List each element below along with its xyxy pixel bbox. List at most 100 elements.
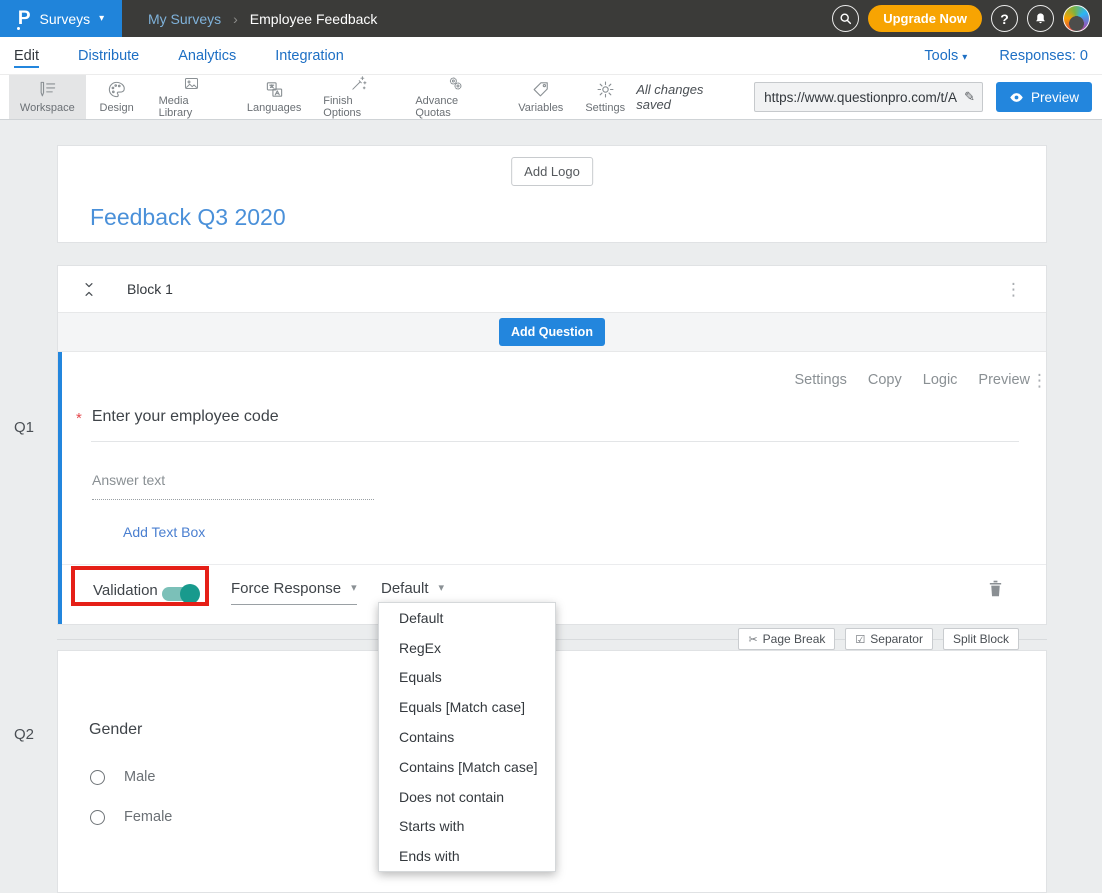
question-action[interactable]: Settings [794, 372, 846, 388]
upgrade-now-button[interactable]: Upgrade Now [868, 5, 982, 32]
toolbar-item-media-library[interactable]: Media Library [148, 75, 236, 119]
required-marker: * [76, 408, 82, 427]
survey-header-card: Add Logo Feedback Q3 2020 [57, 145, 1047, 243]
chevron-down-icon: ▾ [351, 583, 357, 594]
scissors-icon: ✂ [748, 633, 757, 646]
search-button[interactable] [832, 5, 859, 32]
question-text-underline [91, 441, 1019, 442]
validation-toggle[interactable] [162, 587, 198, 601]
dropdown-option[interactable]: Does not contain [379, 782, 555, 812]
tab-edit[interactable]: Edit [14, 37, 39, 74]
design-icon [107, 80, 126, 99]
toolbar-item-settings[interactable]: Settings [574, 75, 636, 119]
radio-option-label: Female [124, 809, 172, 825]
validation-divider [62, 564, 1046, 565]
question-text[interactable]: Enter your employee code [92, 408, 279, 427]
tab-analytics[interactable]: Analytics [178, 37, 236, 74]
toolbar-item-languages[interactable]: Languages [236, 75, 312, 119]
notifications-button[interactable] [1027, 5, 1054, 32]
bell-icon [1034, 12, 1047, 25]
toggle-knob [180, 584, 200, 604]
dropdown-option[interactable]: RegEx [379, 633, 555, 663]
toolbar-item-workspace[interactable]: Workspace [9, 75, 86, 119]
block-menu-icon[interactable]: ⋮ [1005, 281, 1022, 298]
radio-button-icon[interactable] [90, 770, 105, 785]
dropdown-option[interactable]: Contains [379, 722, 555, 752]
responses-count[interactable]: Responses: 0 [999, 48, 1088, 64]
add-text-box-link[interactable]: Add Text Box [123, 524, 205, 540]
product-name: Surveys [40, 11, 91, 27]
eye-icon [1009, 90, 1024, 105]
editor-toolbar: Workspace Design Media Library Languages… [0, 75, 1102, 120]
advance-quotas-icon [446, 75, 465, 92]
tools-menu[interactable]: Tools ▾ [924, 48, 967, 64]
radio-option[interactable]: Male [90, 757, 172, 797]
question-action[interactable]: Preview [978, 372, 1030, 388]
question-menu-icon[interactable]: ⋮ [1031, 372, 1048, 389]
save-status: All changes saved [636, 82, 741, 112]
toolbar-item-variables[interactable]: Variables [507, 75, 574, 119]
preview-button[interactable]: Preview [996, 82, 1092, 112]
question-actions: Settings Copy Logic Preview [794, 372, 1030, 388]
radio-option-list: Male Female [90, 757, 172, 837]
dropdown-option[interactable]: Equals [379, 663, 555, 693]
workspace-icon [38, 80, 57, 99]
force-response-select[interactable]: Force Response ▾ [231, 580, 357, 605]
radio-button-icon[interactable] [90, 810, 105, 825]
toolbar-item-advance-quotas[interactable]: Advance Quotas [404, 75, 507, 119]
add-logo-button[interactable]: Add Logo [511, 157, 593, 186]
add-question-strip: Add Question [58, 312, 1046, 352]
edit-url-icon[interactable]: ✎ [964, 89, 975, 105]
breadcrumb-my-surveys[interactable]: My Surveys [148, 11, 221, 27]
search-icon [839, 12, 852, 25]
survey-title[interactable]: Feedback Q3 2020 [90, 204, 286, 231]
add-question-button[interactable]: Add Question [499, 318, 605, 346]
validation-type-dropdown-menu: DefaultRegExEqualsEquals [Match case]Con… [378, 602, 556, 872]
settings-icon [596, 80, 615, 99]
survey-url-value: https://www.questionpro.com/t/A [764, 90, 960, 105]
product-switcher[interactable]: P Surveys ▾ [0, 0, 122, 37]
dropdown-option[interactable]: Default [379, 603, 555, 633]
breadcrumb-current: Employee Feedback [250, 11, 378, 27]
variables-icon [531, 80, 550, 99]
toolbar-item-design[interactable]: Design [86, 75, 148, 119]
answer-text-field[interactable]: Answer text [92, 472, 374, 500]
question-1-gutter-label: Q1 [14, 419, 34, 436]
question-text[interactable]: Gender [89, 721, 142, 739]
header-actions: Upgrade Now ? [832, 5, 1102, 32]
media-library-icon [182, 75, 201, 92]
dropdown-option[interactable]: Equals [Match case] [379, 692, 555, 722]
separator-button[interactable]: ☑ Separator [845, 628, 933, 650]
question-1-editor: Settings Copy Logic Preview ⋮ * Enter your … [58, 352, 1046, 624]
chevron-down-icon: ▾ [439, 583, 445, 594]
checkbox-icon: ☑ [855, 633, 865, 646]
survey-url-field[interactable]: https://www.questionpro.com/t/A ✎ [754, 82, 983, 112]
page-break-button[interactable]: ✂ Page Break [738, 628, 835, 650]
question-action[interactable]: Copy [868, 372, 902, 388]
tab-integration[interactable]: Integration [275, 37, 344, 74]
help-button[interactable]: ? [991, 5, 1018, 32]
collapse-block-icon[interactable] [82, 281, 96, 298]
breadcrumb-separator-icon: › [233, 11, 238, 27]
questionpro-logo-icon: P [18, 9, 31, 28]
tab-distribute[interactable]: Distribute [78, 37, 139, 74]
toolbar-item-finish-options[interactable]: Finish Options [312, 75, 404, 119]
question-mark-icon: ? [1000, 11, 1009, 27]
block-title[interactable]: Block 1 [127, 281, 173, 297]
top-header: P Surveys ▾ My Surveys › Employee Feedba… [0, 0, 1102, 37]
trash-icon [987, 579, 1004, 598]
validation-label: Validation [93, 582, 158, 599]
block-card: Block 1 ⋮ Add Question Settings Copy Logic… [57, 265, 1047, 625]
user-avatar[interactable] [1063, 5, 1090, 32]
dropdown-option[interactable]: Ends with [379, 841, 555, 871]
dropdown-option[interactable]: Contains [Match case] [379, 752, 555, 782]
question-action[interactable]: Logic [923, 372, 958, 388]
split-block-button[interactable]: Split Block [943, 628, 1019, 650]
delete-question-button[interactable] [987, 579, 1004, 603]
dropdown-option[interactable]: Starts with [379, 812, 555, 842]
question-2-gutter-label: Q2 [14, 726, 34, 743]
block-header: Block 1 ⋮ [58, 266, 1046, 312]
radio-option-label: Male [124, 769, 155, 785]
radio-option[interactable]: Female [90, 797, 172, 837]
chevron-down-icon: ▾ [99, 14, 104, 24]
